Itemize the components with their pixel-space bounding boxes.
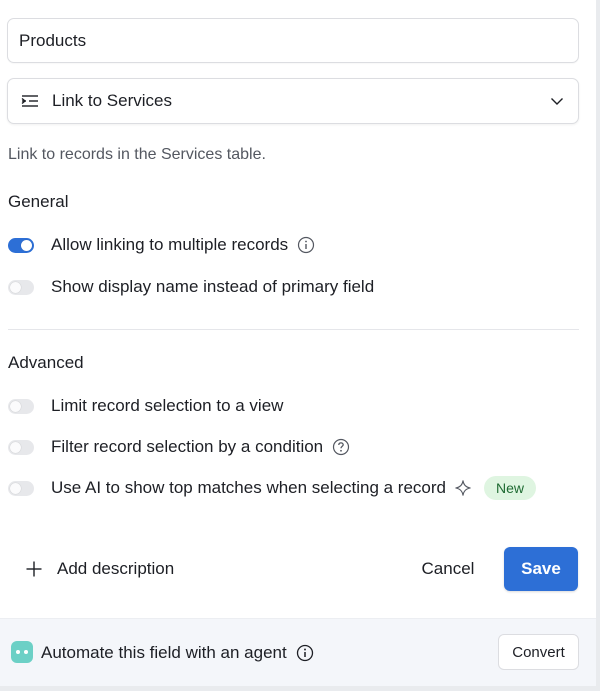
allow-multiple-toggle[interactable] — [8, 237, 34, 253]
agent-footer: Automate this field with an agent Conver… — [0, 618, 596, 686]
option-label: Filter record selection by a condition — [51, 437, 324, 456]
option-filter-by-condition[interactable]: Filter record selection by a condition — [8, 435, 350, 459]
save-button[interactable]: Save — [504, 547, 578, 591]
option-show-display-name[interactable]: Show display name instead of primary fie… — [8, 275, 374, 299]
ai-top-matches-toggle[interactable] — [8, 480, 34, 496]
option-limit-to-view[interactable]: Limit record selection to a view — [8, 394, 283, 418]
advanced-section-title: Advanced — [8, 353, 84, 372]
panel-edge — [596, 0, 600, 691]
link-lines-icon — [21, 93, 39, 109]
plus-icon — [25, 560, 43, 578]
add-description-button[interactable]: Add description — [25, 556, 174, 582]
agent-icon — [11, 641, 33, 663]
field-name-input[interactable]: Products — [7, 18, 579, 63]
info-icon[interactable] — [297, 236, 315, 254]
option-ai-top-matches[interactable]: Use AI to show top matches when selectin… — [8, 476, 536, 500]
cancel-button[interactable]: Cancel — [408, 547, 488, 591]
panel-bottom-edge — [0, 686, 600, 691]
convert-button[interactable]: Convert — [498, 634, 579, 670]
section-divider — [8, 329, 579, 330]
limit-to-view-toggle[interactable] — [8, 398, 34, 414]
field-name-value: Products — [19, 30, 87, 50]
field-type-label: Link to Services — [52, 91, 172, 110]
help-icon[interactable] — [332, 438, 350, 456]
option-allow-multiple[interactable]: Allow linking to multiple records — [8, 233, 315, 257]
show-display-name-toggle[interactable] — [8, 279, 34, 295]
option-label: Use AI to show top matches when selectin… — [51, 478, 446, 497]
filter-by-condition-toggle[interactable] — [8, 439, 34, 455]
general-section-title: General — [8, 192, 69, 211]
sparkle-icon — [454, 479, 472, 497]
field-type-select[interactable]: Link to Services — [7, 78, 579, 124]
option-label: Allow linking to multiple records — [51, 235, 289, 254]
option-label: Limit record selection to a view — [51, 396, 284, 415]
field-type-description: Link to records in the Services table. — [8, 146, 266, 163]
info-icon[interactable] — [296, 644, 314, 662]
add-description-label: Add description — [57, 559, 175, 578]
chevron-down-icon — [550, 94, 564, 108]
agent-automation-text: Automate this field with an agent — [41, 641, 314, 665]
agent-automation-label: Automate this field with an agent — [41, 643, 287, 662]
new-badge: New — [483, 476, 536, 500]
option-label: Show display name instead of primary fie… — [51, 277, 375, 296]
